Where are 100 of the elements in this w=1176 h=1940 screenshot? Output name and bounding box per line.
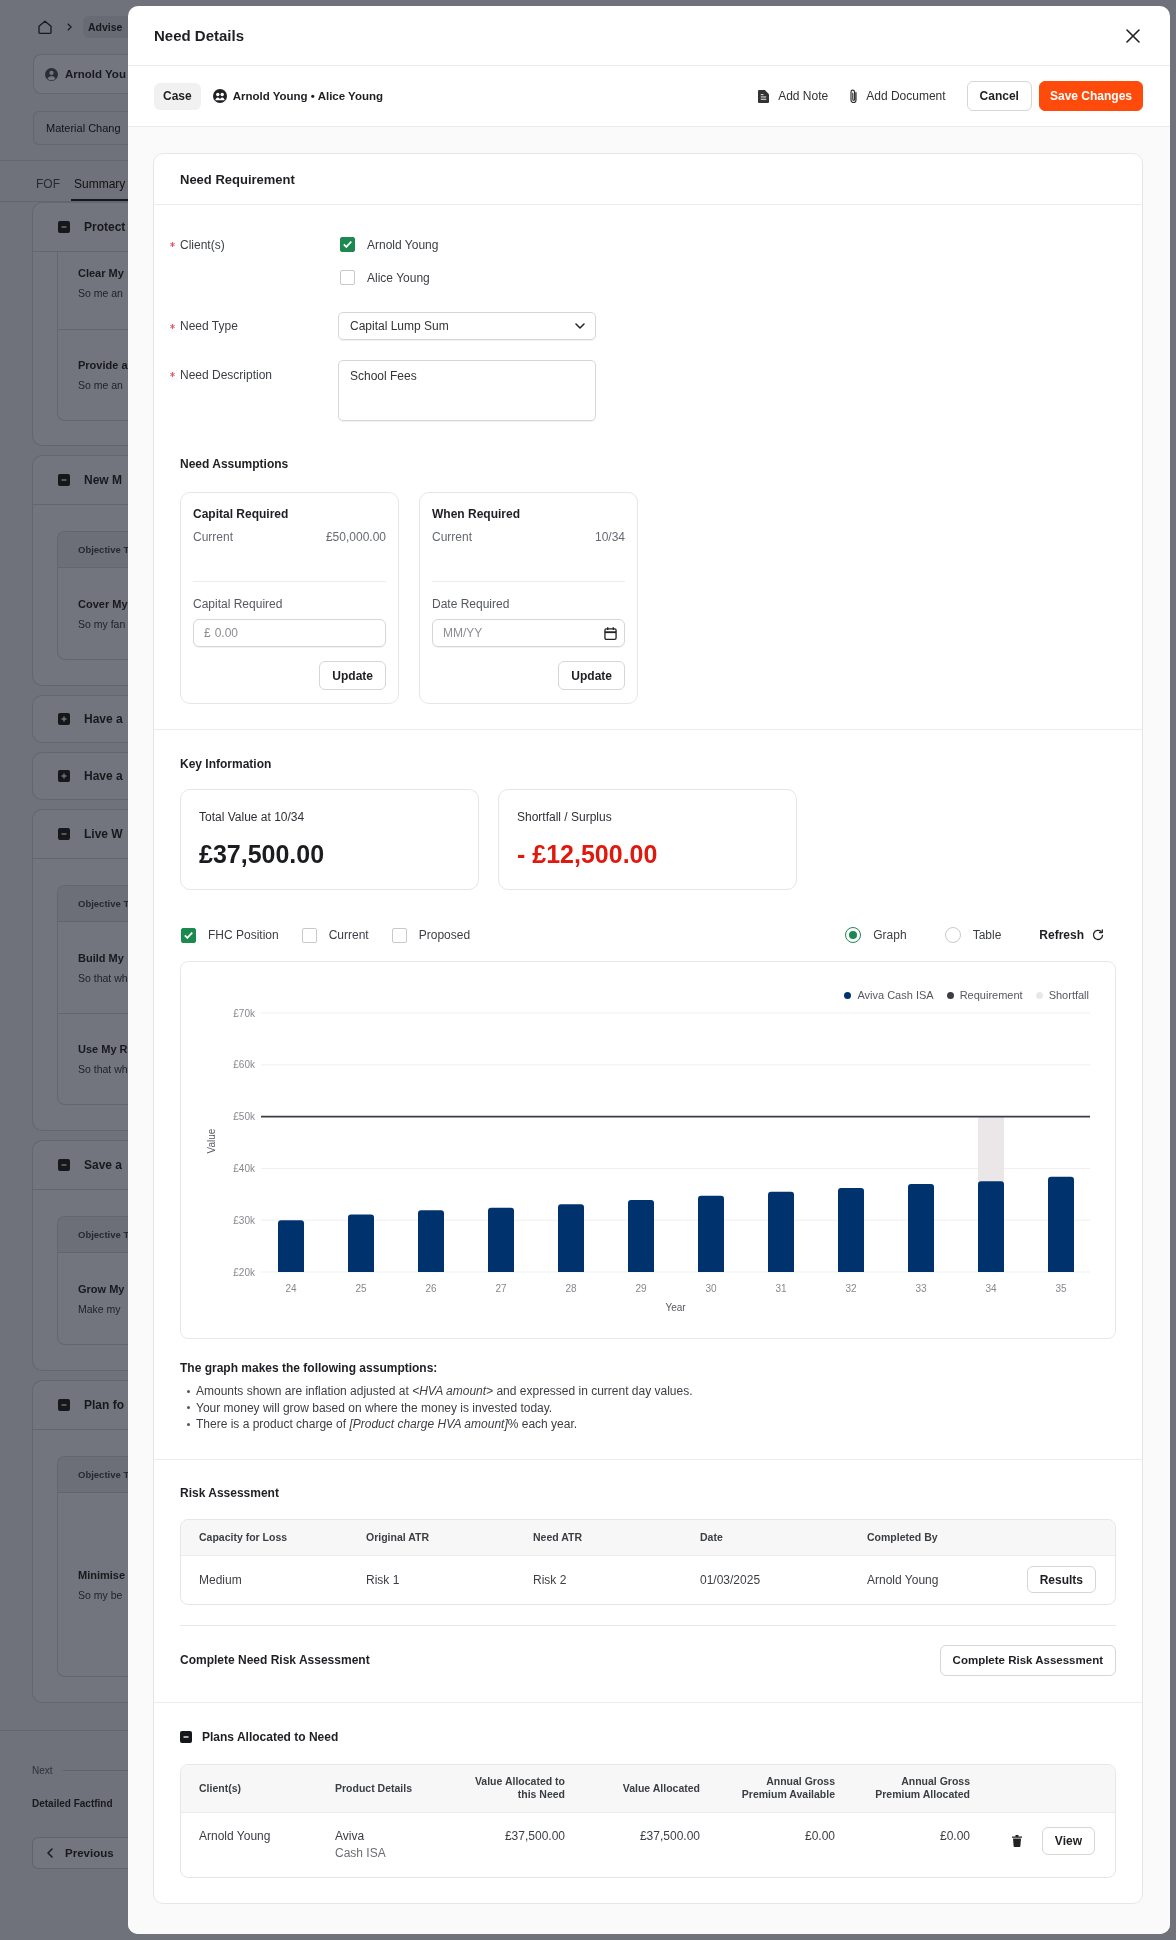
objective-title: Build My <box>78 950 124 965</box>
checkbox[interactable] <box>340 270 355 285</box>
view-button[interactable]: View <box>1041 1826 1095 1855</box>
bullet-icon <box>187 1422 190 1426</box>
checkbox-label[interactable]: FHC Position <box>208 928 279 942</box>
table-cell: 01/03/2025 <box>700 1572 761 1587</box>
section-title[interactable]: Plan fo <box>84 1398 124 1412</box>
checkbox[interactable] <box>340 237 355 252</box>
table-cell: Risk 1 <box>366 1572 400 1587</box>
section-title[interactable]: Have a <box>84 712 123 726</box>
axis-tick-label: 31 <box>775 1283 787 1294</box>
table-cell: Arnold Young <box>199 1827 271 1845</box>
stat-label: Total Value at 10/34 <box>199 809 305 825</box>
section-title[interactable]: Have a <box>84 769 123 783</box>
axis-tick-label: 25 <box>355 1283 367 1294</box>
column-header: Annual Gross Premium Allocated <box>874 1775 970 1801</box>
home-icon[interactable] <box>38 20 52 34</box>
current-label: Current <box>193 529 233 546</box>
objective-description: So my be <box>78 1587 123 1602</box>
add-note-button[interactable]: Add Note <box>758 89 829 103</box>
close-icon[interactable] <box>1126 28 1140 43</box>
refresh-button[interactable]: Refresh <box>1039 928 1104 942</box>
field-label: Need Type <box>180 319 238 333</box>
legend-label: Aviva Cash ISA <box>857 989 934 1001</box>
chart-bar <box>348 1214 374 1272</box>
need-type-select[interactable]: Capital Lump Sum <box>338 312 596 340</box>
field-label: Capital Required <box>193 596 283 613</box>
objective-description: So that wh <box>78 1062 128 1076</box>
plus-square-icon[interactable] <box>58 770 70 782</box>
stat-value: £37,500.00 <box>199 839 325 869</box>
people-icon <box>212 89 227 103</box>
checkbox-label[interactable]: Arnold Young <box>367 237 439 252</box>
section-title[interactable]: Protect <box>84 220 126 234</box>
chart-bar <box>558 1204 584 1272</box>
assumption-text: There is a product charge of [Product charge HVA amount]% each year. <box>196 1417 578 1432</box>
update-button[interactable]: Update <box>319 661 386 690</box>
radio-label[interactable]: Table <box>972 928 1002 942</box>
results-button[interactable]: Results <box>1026 1566 1096 1593</box>
user-icon <box>45 67 58 81</box>
section-title: Plans Allocated to Need <box>202 1728 339 1745</box>
section-title[interactable]: Live W <box>84 827 123 841</box>
previous-button[interactable]: Previous <box>32 1837 128 1869</box>
bullet-icon <box>187 1406 190 1410</box>
complete-assessment-button[interactable]: Complete Risk Assessment <box>939 1644 1116 1676</box>
objective-description: So me an <box>78 286 123 300</box>
subsection-title: Need Assumptions <box>180 456 289 472</box>
axis-tick-label: 29 <box>635 1283 647 1294</box>
calendar-icon[interactable] <box>604 626 617 640</box>
axis-tick-label: 24 <box>285 1283 297 1294</box>
checkbox-label[interactable]: Proposed <box>418 928 471 942</box>
checkbox[interactable] <box>181 927 196 943</box>
column-header: Client(s) <box>199 1781 241 1795</box>
amount-input[interactable]: £ 0.00 <box>193 619 386 647</box>
plus-square-icon[interactable] <box>58 713 70 725</box>
checkbox[interactable] <box>391 927 407 943</box>
stat-label: Shortfall / Surplus <box>517 809 612 825</box>
card-title: When Required <box>432 506 520 523</box>
chart-bar <box>418 1210 444 1272</box>
radio-button[interactable] <box>845 927 862 943</box>
axis-tick-label: 28 <box>565 1283 577 1294</box>
axis-tick-label: 27 <box>495 1283 507 1294</box>
radio-button[interactable] <box>944 927 961 943</box>
minus-square-icon[interactable] <box>180 1730 192 1743</box>
add-document-button[interactable]: Add Document <box>850 88 946 104</box>
trash-icon[interactable] <box>1011 1834 1022 1847</box>
objective-description: Make my <box>78 1301 121 1316</box>
refresh-icon <box>1092 929 1104 941</box>
assumptions-heading: The graph makes the following assumptions: <box>180 1360 438 1376</box>
objective-title: Clear My <box>78 266 124 280</box>
legend-label: Shortfall <box>1048 989 1089 1001</box>
table-cell: £0.00 <box>804 1827 835 1845</box>
section-title: Need Requirement <box>180 171 295 187</box>
checkbox-label[interactable]: Alice Young <box>367 270 430 285</box>
dialog-title: Need Details <box>154 27 245 44</box>
cancel-button[interactable]: Cancel <box>966 81 1032 111</box>
column-header: Value Allocated to this Need <box>473 1775 565 1801</box>
axis-tick-label: 34 <box>985 1283 997 1294</box>
checkbox-label[interactable]: Current <box>328 928 369 942</box>
section-title: Key Information <box>180 756 272 772</box>
axis-tick-label: 30 <box>705 1283 717 1294</box>
checkmark-icon <box>184 931 193 939</box>
need-description-field[interactable]: School Fees <box>338 360 596 421</box>
update-button[interactable]: Update <box>558 661 625 690</box>
section-title[interactable]: New M <box>84 473 122 487</box>
checkbox[interactable] <box>301 927 317 943</box>
client-name: Arnold You <box>65 68 126 80</box>
bullet-icon <box>187 1389 190 1393</box>
product-name: Cash ISA <box>335 1844 386 1862</box>
complete-assessment-label: Complete Need Risk Assessment <box>180 1652 370 1668</box>
stat-value: - £12,500.00 <box>517 839 658 869</box>
current-value: 10/34 <box>594 529 625 546</box>
chart-bar <box>628 1200 654 1272</box>
objective-description: So my fan <box>78 616 126 631</box>
radio-label[interactable]: Graph <box>873 928 907 942</box>
axis-tick-label: £50k <box>233 1111 255 1123</box>
chart-bar <box>278 1220 304 1272</box>
table-cell: Risk 2 <box>533 1572 567 1587</box>
assumption-text: Your money will grow based on where the money is invested today. <box>196 1400 553 1415</box>
objective-title: Cover My <box>78 596 128 611</box>
section-title[interactable]: Save a <box>84 1158 123 1172</box>
